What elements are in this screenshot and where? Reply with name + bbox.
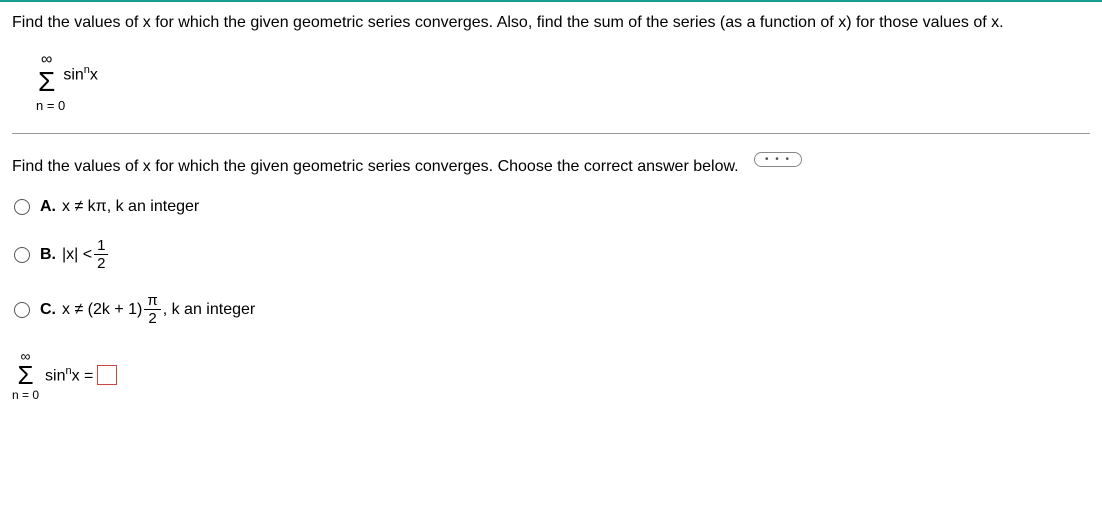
option-b-letter: B. (40, 246, 56, 264)
series-formula: ∞ Σ sinnx n = 0 (36, 52, 1090, 113)
answer-sigma: Σ (17, 364, 33, 387)
radio-b[interactable] (14, 247, 30, 263)
option-c-text: x ≠ (2k + 1) π 2 , k an integer (62, 293, 255, 326)
option-b-text: |x| < 1 2 (62, 238, 110, 271)
answer-expression: ∞ Σ n = 0 sinnx = (12, 348, 1090, 401)
series-expression: sinnx (63, 64, 98, 84)
radio-c[interactable] (14, 302, 30, 318)
answer-lower-limit: n = 0 (12, 388, 39, 402)
option-c-letter: C. (40, 301, 56, 319)
sub-question-prompt: Find the values of x for which the given… (12, 158, 1090, 176)
divider (12, 133, 1090, 134)
sum-lower-limit: n = 0 (36, 98, 1090, 113)
more-button[interactable]: • • • (754, 152, 802, 167)
option-b[interactable]: B. |x| < 1 2 (14, 238, 1090, 271)
sigma-symbol: Σ (38, 68, 55, 96)
question-prompt: Find the values of x for which the given… (12, 12, 1090, 34)
option-c[interactable]: C. x ≠ (2k + 1) π 2 , k an integer (14, 293, 1090, 326)
answer-input[interactable] (97, 365, 117, 385)
option-a-letter: A. (40, 198, 56, 216)
radio-a[interactable] (14, 199, 30, 215)
option-a-text: x ≠ kπ, k an integer (62, 198, 199, 216)
answer-series-expr: sinnx = (45, 365, 93, 385)
option-a[interactable]: A. x ≠ kπ, k an integer (14, 198, 1090, 216)
